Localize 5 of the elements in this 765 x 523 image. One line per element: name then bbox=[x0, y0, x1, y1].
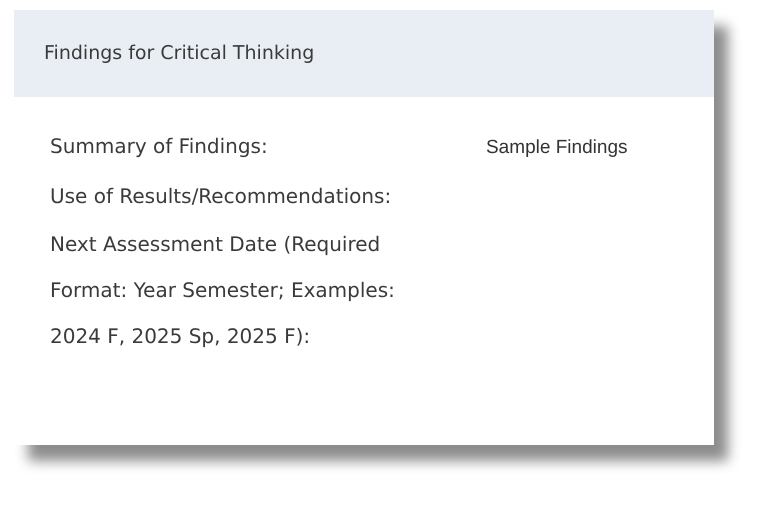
field-value: Sample Findings bbox=[486, 136, 629, 160]
field-label: Next Assessment Date (Required Format: Year Semester; Examples: 2024 F, 2025 Sp, 2025 F): bbox=[50, 231, 396, 350]
field-label: Summary of Findings: bbox=[50, 133, 269, 160]
field-label: Use of Results/Recommendations: bbox=[50, 183, 392, 210]
card-title: Findings for Critical Thinking bbox=[44, 41, 314, 66]
